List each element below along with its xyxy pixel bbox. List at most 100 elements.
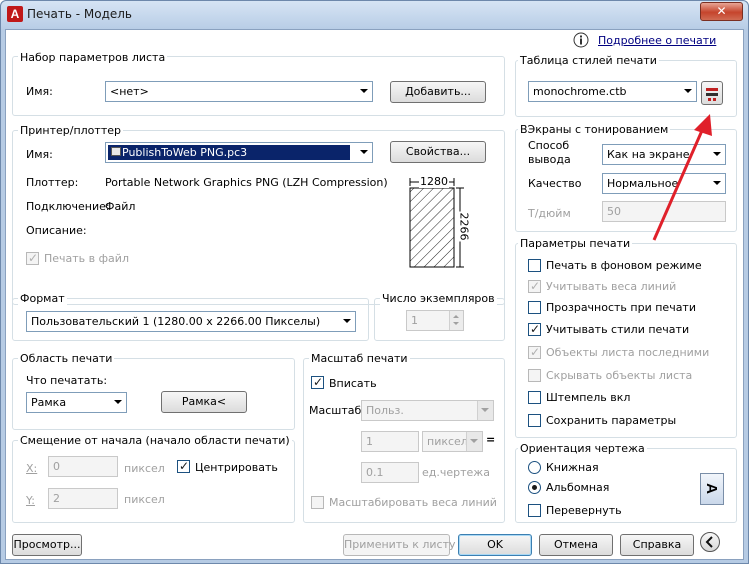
option-label: Объекты листа последними: [546, 346, 710, 359]
option-label: Скрывать объекты листа: [546, 369, 693, 382]
connection-value: Файл: [105, 200, 136, 213]
plotter-label: Плоттер:: [26, 176, 79, 189]
print-area-legend: Область печати: [18, 352, 115, 365]
flip-label: Перевернуть: [546, 504, 622, 517]
option-label: Учитывать стили печати: [546, 323, 690, 336]
portrait-radio[interactable]: [528, 461, 541, 474]
option-checkbox-stamp[interactable]: [528, 391, 541, 404]
center-plot-label: Центрировать: [195, 461, 278, 474]
dpi-label: Т/дюйм: [528, 207, 571, 220]
scale-value2-input[interactable]: 0.1: [361, 462, 419, 483]
title-bar[interactable]: A Печать - Модель ✕: [1, 1, 748, 29]
printer-properties-button[interactable]: Свойства...: [390, 141, 486, 163]
plotter-value: Portable Network Graphics PNG (LZH Compr…: [105, 176, 410, 189]
stepper-up-icon: [453, 315, 459, 318]
printer-legend: Принтер/плоттер: [18, 124, 123, 137]
style-table-legend: Таблица стилей печати: [518, 54, 659, 67]
window-title: Печать - Модель: [27, 7, 132, 21]
option-label: Учитывать веса линий: [546, 280, 677, 293]
offset-x-unit: пиксел: [124, 462, 165, 475]
chevron-down-icon: [470, 439, 478, 443]
chevron-left-icon: [705, 536, 713, 548]
page-setup-name-select[interactable]: <нет>: [105, 81, 373, 102]
option-label: Прозрачность при печати: [546, 301, 696, 314]
scale-label: Масштаб:: [309, 404, 365, 417]
ok-button[interactable]: OK: [458, 534, 532, 556]
orientation-page-icon: A: [700, 473, 724, 505]
format-select[interactable]: Пользовательский 1 (1280.00 x 2266.00 Пи…: [26, 311, 356, 332]
quality-label: Качество: [528, 177, 582, 190]
apply-to-layout-button[interactable]: Применить к листу: [343, 534, 455, 556]
option-label: Сохранить параметры: [546, 414, 677, 427]
landscape-label: Альбомная: [546, 481, 610, 494]
plot-options-legend: Параметры печати: [518, 237, 633, 250]
offset-y-unit: пиксел: [124, 493, 165, 506]
orientation-legend: Ориентация чертежа: [518, 442, 647, 455]
frame-button[interactable]: Рамка<: [161, 391, 247, 413]
edit-style-icon: [706, 88, 718, 101]
copies-stepper[interactable]: 1: [406, 310, 464, 331]
plot-options-group: [515, 243, 737, 438]
description-label: Описание:: [26, 224, 87, 237]
flip-checkbox[interactable]: [528, 504, 541, 517]
fit-to-paper-label: Вписать: [329, 377, 377, 390]
printer-icon: [111, 147, 121, 156]
page-setup-legend: Набор параметров листа: [18, 51, 168, 64]
option-checkbox-plot-styles[interactable]: ✓: [528, 322, 541, 336]
chevron-down-icon: [684, 89, 692, 93]
close-button[interactable]: ✕: [700, 2, 743, 21]
option-checkbox-transparency[interactable]: [528, 301, 541, 314]
chevron-down-icon: [343, 319, 351, 323]
option-checkbox-save-changes[interactable]: [528, 414, 541, 427]
option-checkbox-background[interactable]: [528, 259, 541, 272]
option-checkbox-hide-objects[interactable]: [528, 369, 541, 382]
print-dialog-window: A Печать - Модель ✕ Подробнее о печати Н…: [0, 0, 749, 564]
copies-value: 1: [411, 314, 418, 327]
info-icon: [573, 32, 589, 48]
what-to-print-value: Рамка: [31, 396, 67, 409]
option-label: Штемпель вкл: [546, 391, 631, 404]
scale-lineweights-checkbox[interactable]: [311, 496, 324, 509]
stepper-buttons[interactable]: [449, 311, 463, 330]
preview-button[interactable]: Просмотр...: [12, 534, 82, 556]
help-button[interactable]: Справка: [620, 534, 694, 556]
printer-name-value: PublishToWeb PNG.pc3: [108, 145, 350, 160]
page-setup-name-label: Имя:: [26, 85, 53, 98]
cancel-button[interactable]: Отмена: [539, 534, 613, 556]
scale-value1-input[interactable]: 1: [361, 431, 419, 452]
print-to-file-checkbox[interactable]: ✓: [26, 251, 39, 265]
autocad-app-icon: A: [7, 6, 23, 22]
scale-unit1-select[interactable]: пиксел: [422, 431, 483, 452]
paper-preview-drawing: [409, 178, 464, 268]
offset-legend: Смещение от начала (начало области печат…: [18, 434, 292, 447]
offset-group: [12, 440, 295, 523]
what-to-print-select[interactable]: Рамка: [26, 392, 127, 413]
print-to-file-label: Печать в файл: [44, 252, 129, 265]
copies-legend: Число экземпляров: [380, 292, 497, 305]
scale-select[interactable]: Польз.: [361, 400, 494, 421]
help-link[interactable]: Подробнее о печати: [598, 34, 716, 47]
printer-name-label: Имя:: [26, 148, 53, 161]
edit-style-table-button[interactable]: [701, 81, 723, 105]
chevron-down-icon: [114, 400, 122, 404]
fit-to-paper-checkbox[interactable]: ✓: [311, 375, 324, 389]
annotation-arrow: [652, 114, 712, 241]
connection-label: Подключение:: [26, 200, 110, 213]
preview-height-label: 2266: [457, 211, 471, 242]
offset-x-input[interactable]: 0: [48, 456, 118, 477]
scale-unit1-value: пиксел: [427, 435, 468, 448]
dialog-client-area: Подробнее о печати Набор параметров лист…: [5, 29, 744, 560]
chevron-down-icon: [360, 150, 368, 154]
add-page-setup-button[interactable]: Добавить...: [390, 81, 486, 103]
scale-unit2-label: ед.чертежа: [422, 466, 490, 479]
landscape-radio[interactable]: [528, 481, 541, 494]
option-checkbox-paperspace-last[interactable]: ✓: [528, 345, 541, 359]
option-checkbox-lineweights[interactable]: ✓: [528, 279, 541, 293]
style-table-select[interactable]: monochrome.ctb: [528, 81, 697, 102]
collapse-button[interactable]: [700, 532, 720, 552]
center-plot-checkbox[interactable]: ✓: [177, 459, 190, 473]
page-letter: A: [702, 483, 720, 494]
shade-method-label-2: вывода: [528, 153, 571, 166]
offset-y-input[interactable]: 2: [48, 488, 118, 509]
printer-name-select[interactable]: PublishToWeb PNG.pc3: [105, 142, 373, 163]
